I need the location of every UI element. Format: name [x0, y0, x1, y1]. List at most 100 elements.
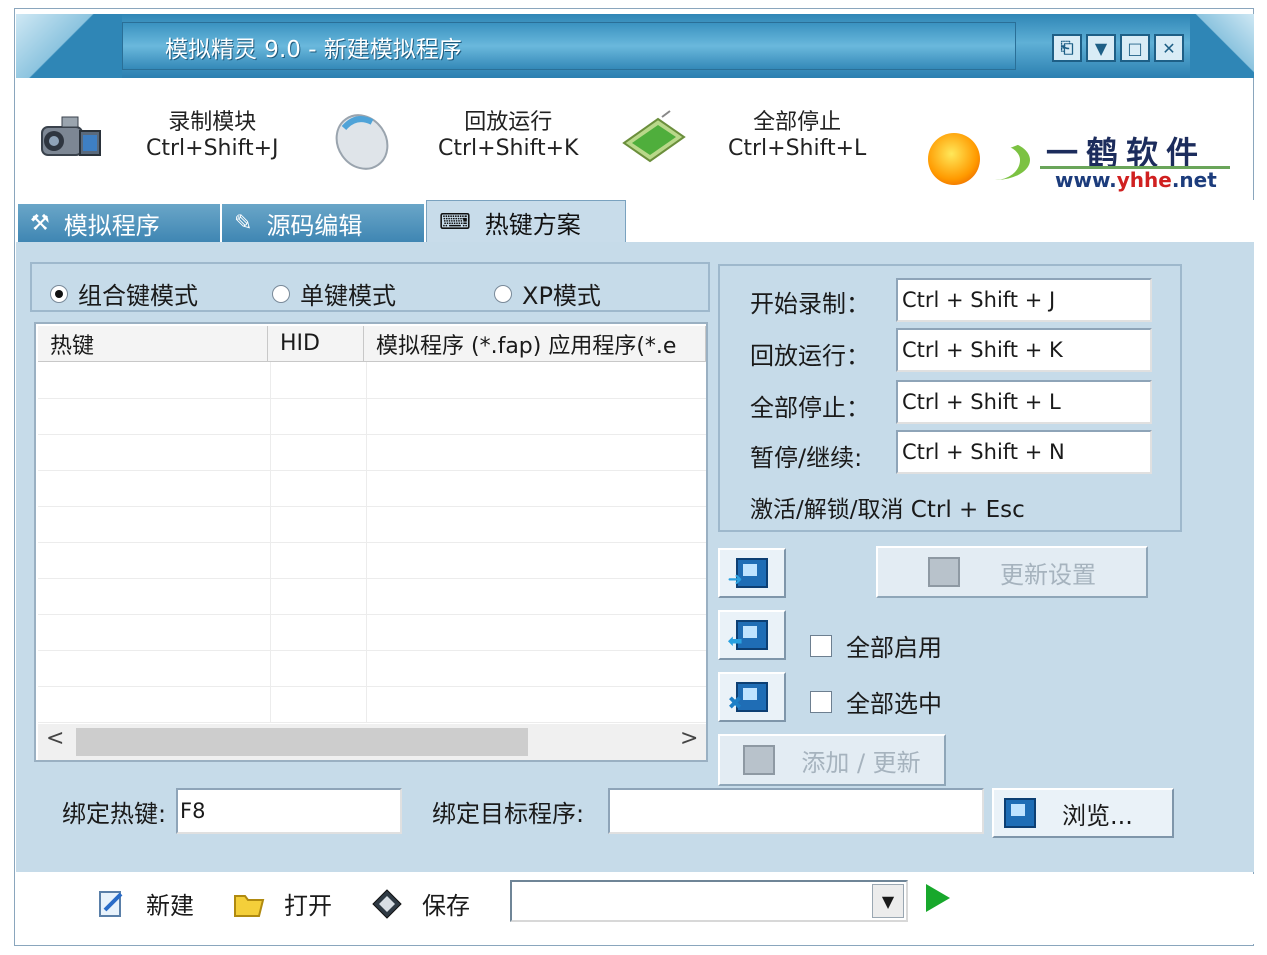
- mouse-icon: [335, 114, 389, 170]
- update-settings-label: 更新设置: [1000, 560, 1096, 589]
- save-button[interactable]: 保存: [370, 886, 470, 921]
- playback-label[interactable]: 回放运行 Ctrl+Shift+K: [438, 110, 578, 162]
- browse-button[interactable]: 浏览...: [992, 788, 1174, 838]
- add-update-icon: [743, 745, 776, 775]
- add-update-label: 添加 / 更新: [801, 748, 921, 777]
- tab-source-edit-label: 源码编辑: [266, 211, 363, 240]
- card-icon: [622, 110, 686, 163]
- bind-hotkey-field[interactable]: F8: [176, 788, 402, 834]
- tab-hotkey-scheme-label: 热键方案: [484, 210, 581, 239]
- delete-button[interactable]: ✖: [718, 672, 786, 722]
- select-all-checkbox[interactable]: 全部选中: [810, 684, 942, 719]
- radio-combo-mode-label: 组合键模式: [78, 282, 198, 310]
- bind-target-field[interactable]: [608, 788, 984, 834]
- import-arrow: ➜: [727, 568, 743, 590]
- grid-line: [38, 686, 706, 687]
- stop-all-label: 全部停止：: [750, 394, 870, 422]
- new-button[interactable]: 新建: [94, 886, 194, 921]
- logo-url-prefix: www.: [1055, 168, 1117, 192]
- stop-all-hotkey-field[interactable]: Ctrl + Shift + L: [896, 380, 1152, 424]
- scroll-left-icon[interactable]: <: [46, 726, 64, 751]
- start-record-hotkey-field[interactable]: Ctrl + Shift + J: [896, 278, 1152, 322]
- grid-line: [38, 470, 706, 471]
- camcorder-icon: [41, 116, 101, 156]
- maximize-icon: □: [1127, 38, 1143, 58]
- radio-single-mode[interactable]: 单键模式: [272, 276, 396, 311]
- record-shortcut: Ctrl+Shift+J: [146, 136, 279, 161]
- record-button[interactable]: [36, 104, 106, 174]
- grid-line: [38, 614, 706, 615]
- export-arrow: ⬅: [727, 630, 743, 652]
- tab-simulation-label: 模拟程序: [63, 211, 160, 240]
- playback-hotkey-label: 回放运行：: [750, 342, 870, 370]
- tab-simulation[interactable]: ⚒ 模拟程序: [18, 204, 220, 242]
- restore-icon: ⎗: [1060, 38, 1074, 57]
- maximize-button[interactable]: □: [1120, 34, 1150, 62]
- grid-line: [38, 506, 706, 507]
- radio-indicator[interactable]: [494, 284, 512, 303]
- column-header-program[interactable]: 模拟程序 (*.fap) 应用程序(*.e: [364, 326, 706, 362]
- activate-unlock-note: 激活/解锁/取消 Ctrl + Esc: [750, 497, 1025, 523]
- bind-hotkey-label: 绑定热键:: [62, 800, 167, 828]
- radio-xp-mode-label: XP模式: [522, 282, 601, 310]
- close-icon: ✕: [1162, 38, 1176, 58]
- stop-title: 全部停止: [753, 110, 842, 135]
- radio-indicator[interactable]: [50, 284, 68, 303]
- stop-shortcut: Ctrl+Shift+L: [728, 136, 867, 161]
- title-bar-decoration-left: [16, 14, 122, 78]
- title-bar-decoration-right: [1190, 14, 1254, 78]
- column-header-hid[interactable]: HID: [268, 326, 364, 362]
- radio-combo-mode[interactable]: 组合键模式: [50, 276, 198, 311]
- tab-source-edit[interactable]: ✎ 源码编辑: [222, 204, 424, 242]
- column-header-hotkey[interactable]: 热键: [38, 326, 268, 362]
- play-icon[interactable]: [926, 884, 950, 912]
- open-label: 打开: [284, 892, 332, 920]
- tab-hotkey-scheme[interactable]: ⌨ 热键方案: [426, 200, 626, 243]
- logo-url-suffix: .net: [1171, 168, 1217, 192]
- record-label[interactable]: 录制模块 Ctrl+Shift+J: [146, 110, 279, 162]
- stop-label[interactable]: 全部停止 Ctrl+Shift+L: [728, 110, 866, 162]
- grid-line: [38, 398, 706, 399]
- update-settings-icon: [928, 557, 960, 587]
- pause-hotkey-field[interactable]: Ctrl + Shift + N: [896, 430, 1152, 474]
- enable-all-checkbox[interactable]: 全部启用: [810, 628, 942, 663]
- export-button[interactable]: ⬅: [718, 610, 786, 660]
- restore-button[interactable]: ⎗: [1052, 34, 1082, 62]
- minimize-icon: ▼: [1094, 38, 1108, 58]
- add-update-button[interactable]: 添加 / 更新: [718, 734, 946, 786]
- radio-single-mode-label: 单键模式: [300, 282, 396, 310]
- stop-button[interactable]: [618, 104, 688, 174]
- bind-target-label: 绑定目标程序:: [432, 800, 585, 828]
- checkbox-box[interactable]: [810, 690, 832, 713]
- browse-icon: [1004, 798, 1036, 828]
- delete-x: ✖: [727, 692, 743, 714]
- playback-hotkey-field[interactable]: Ctrl + Shift + K: [896, 328, 1152, 372]
- logo-swoosh: [960, 140, 1030, 180]
- new-file-icon: [94, 887, 128, 921]
- edit-icon: ✎: [234, 210, 253, 236]
- open-button[interactable]: 打开: [232, 886, 332, 921]
- logo-url-brand: yhhe: [1116, 168, 1172, 192]
- hotkey-icon: ⌨: [439, 209, 471, 235]
- checkbox-box[interactable]: [810, 634, 832, 657]
- enable-all-label: 全部启用: [846, 634, 942, 662]
- radio-indicator[interactable]: [272, 284, 290, 303]
- playback-button[interactable]: [326, 104, 396, 174]
- chevron-down-icon[interactable]: ▼: [872, 884, 904, 918]
- scrollbar-thumb[interactable]: [76, 728, 528, 756]
- minimize-button[interactable]: ▼: [1086, 34, 1116, 62]
- tools-icon: ⚒: [30, 210, 50, 236]
- close-button[interactable]: ✕: [1154, 34, 1184, 62]
- pause-label: 暂停/继续:: [750, 444, 863, 472]
- program-combo[interactable]: [510, 880, 908, 922]
- update-settings-button[interactable]: 更新设置: [876, 546, 1148, 598]
- logo-url: www.yhhe.net: [1055, 168, 1217, 192]
- save-icon: [370, 887, 404, 921]
- playback-shortcut: Ctrl+Shift+K: [438, 136, 579, 161]
- playback-title: 回放运行: [464, 110, 553, 135]
- scroll-right-icon[interactable]: >: [680, 726, 698, 751]
- import-button[interactable]: ➜: [718, 548, 786, 598]
- grid-line: [38, 650, 706, 651]
- radio-xp-mode[interactable]: XP模式: [494, 276, 601, 311]
- grid-line: [38, 542, 706, 543]
